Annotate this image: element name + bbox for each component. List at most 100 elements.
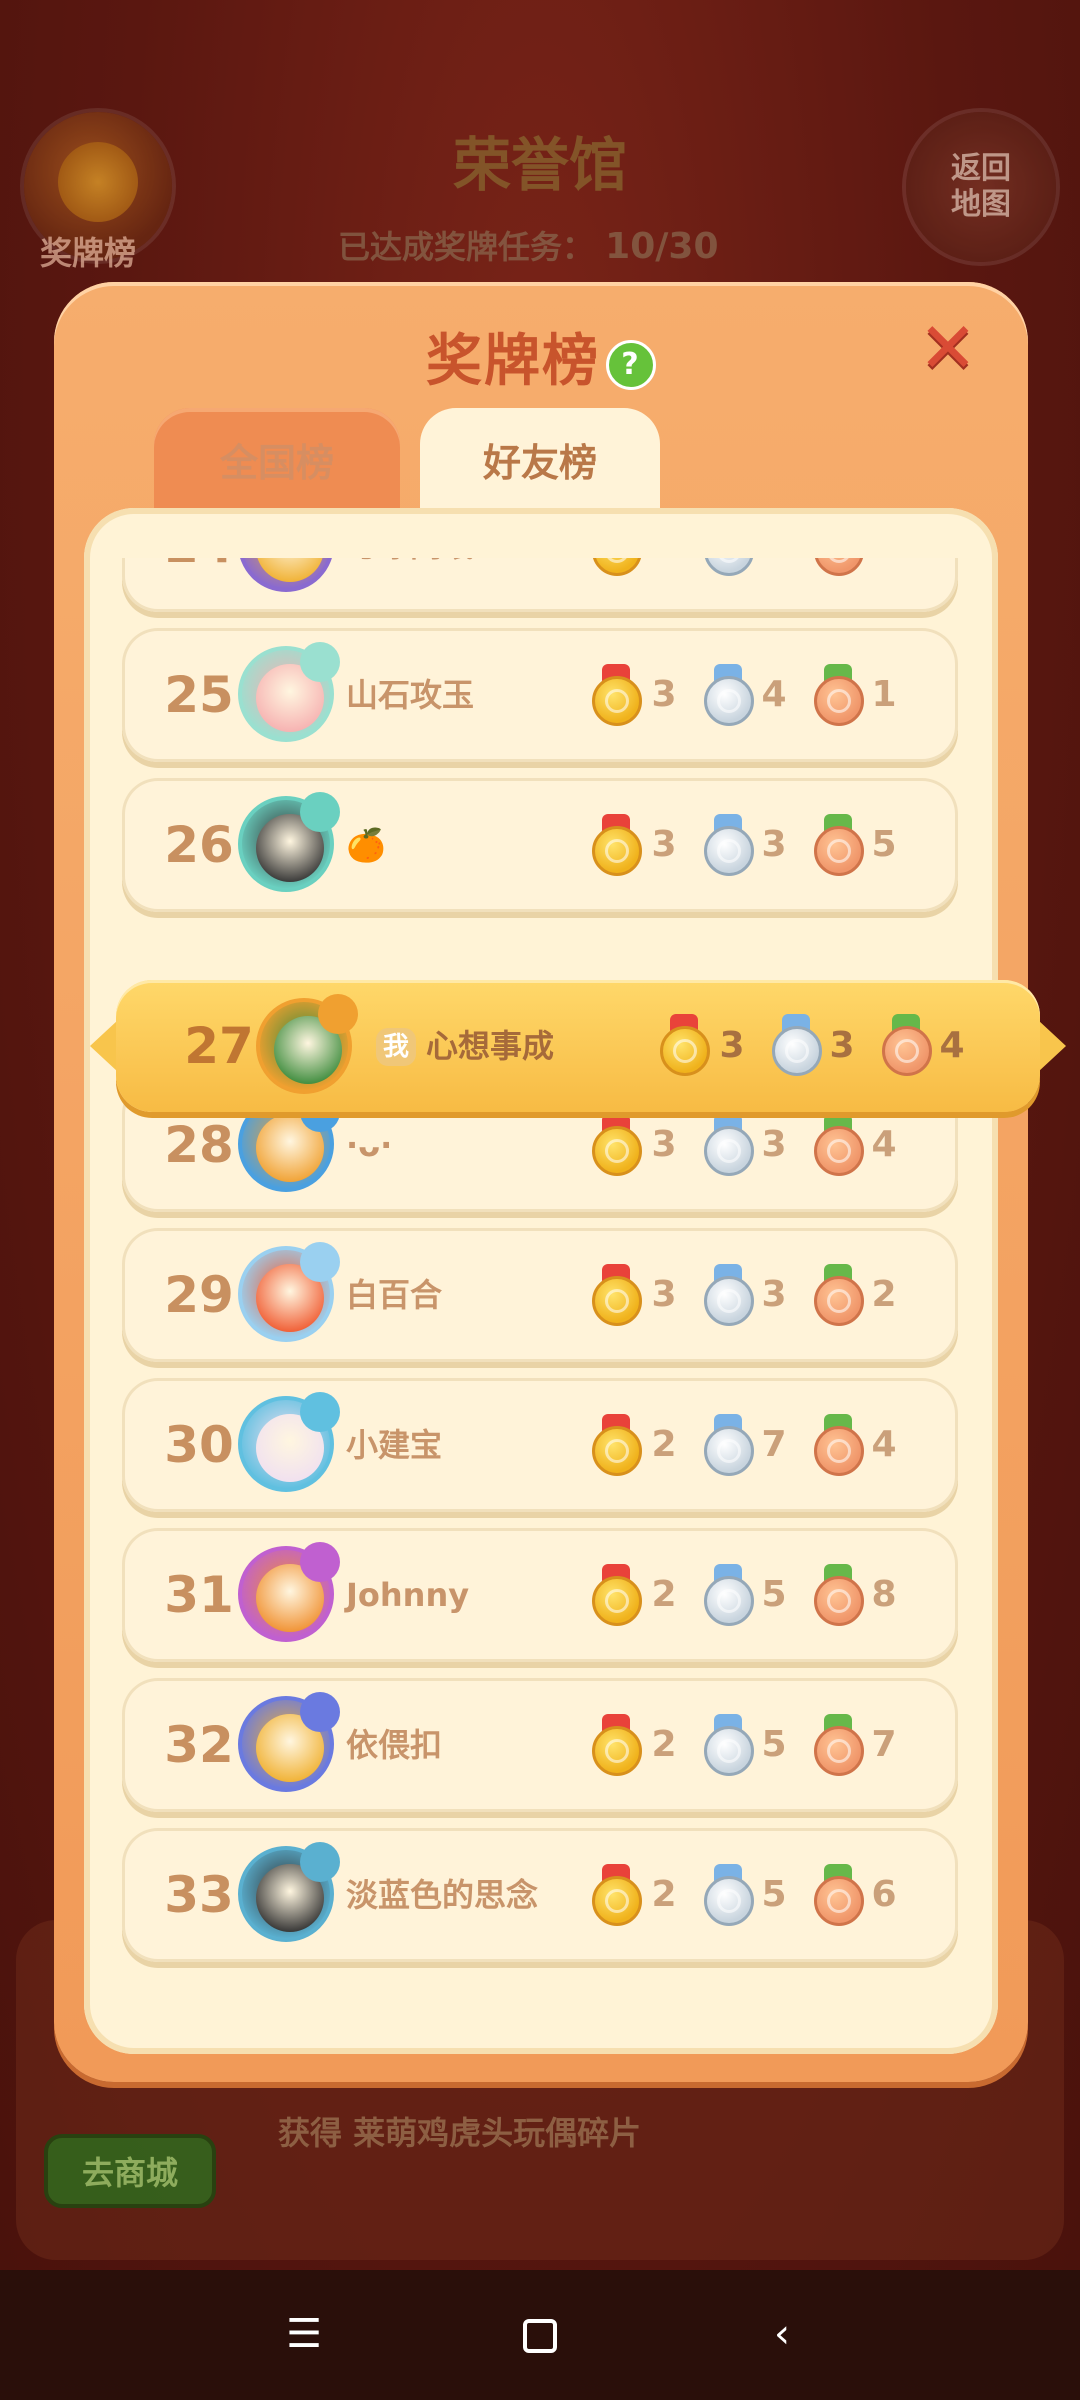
gold-medal-icon bbox=[588, 558, 644, 576]
gold-medal-count: 3 bbox=[651, 824, 677, 865]
medal-disc bbox=[592, 1126, 642, 1176]
medal-disc bbox=[882, 1026, 932, 1076]
avatar[interactable] bbox=[238, 792, 340, 892]
medal-board-label: 奖牌榜 bbox=[40, 234, 137, 272]
dialog-title: 奖牌榜? bbox=[54, 316, 1028, 397]
return-map-label: 返回 地图 bbox=[951, 151, 1011, 222]
bronze-medal-icon bbox=[810, 1714, 866, 1776]
player-name: 白百合 bbox=[346, 1276, 443, 1314]
bronze-medal-count: 7 bbox=[871, 1724, 897, 1765]
medal-disc bbox=[704, 1276, 754, 1326]
return-map-button[interactable]: 返回 地图 bbox=[906, 112, 1056, 262]
gold-medal-count: 2 bbox=[651, 1874, 677, 1915]
leaderboard-scroll[interactable]: 24与冰同眠34525山石攻玉34126🍊33528·ᴗ·33429白百合332… bbox=[122, 558, 960, 2028]
bronze-medal-count: 4 bbox=[939, 1025, 965, 1066]
leaderboard-row[interactable]: 26 🍊 3 3 5 bbox=[122, 778, 958, 912]
medal-disc bbox=[814, 1726, 864, 1776]
medal-disc bbox=[592, 1426, 642, 1476]
medal-disc bbox=[814, 1576, 864, 1626]
avatar-frame-ornament bbox=[300, 642, 340, 682]
medal-leaderboard-dialog: 奖牌榜? ✕ 全国榜 好友榜 24与冰同眠34525山石攻玉34126🍊3352… bbox=[54, 282, 1066, 2082]
gold-medal-count: 2 bbox=[651, 1424, 677, 1465]
gold-medal-icon bbox=[588, 1864, 644, 1926]
task-count: 10/30 bbox=[605, 226, 719, 267]
bronze-medal-count: 4 bbox=[871, 1424, 897, 1465]
gold-medal-icon bbox=[588, 1114, 644, 1176]
medal-disc bbox=[592, 558, 642, 576]
player-name: 心想事成 bbox=[426, 1027, 555, 1065]
medal-disc bbox=[814, 1276, 864, 1326]
avatar[interactable] bbox=[238, 1242, 340, 1342]
avatar-frame-ornament bbox=[300, 792, 340, 832]
bronze-medal-count: 8 bbox=[871, 1574, 897, 1615]
silver-medal-icon bbox=[768, 1014, 824, 1076]
gold-medal-icon bbox=[588, 1414, 644, 1476]
silver-medal-count: 4 bbox=[754, 558, 794, 612]
silver-medal-count: 5 bbox=[761, 1874, 787, 1915]
silver-medal-icon bbox=[700, 558, 756, 576]
player-name: 与冰同眠 bbox=[346, 558, 474, 612]
gold-medal-count: 3 bbox=[644, 558, 684, 612]
gold-medal-count: 3 bbox=[719, 1025, 745, 1066]
gold-medal-count: 3 bbox=[651, 674, 677, 715]
avatar[interactable] bbox=[238, 642, 340, 742]
leaderboard-row[interactable]: 31 Johnny 2 5 8 bbox=[122, 1528, 958, 1662]
medal-disc bbox=[814, 1126, 864, 1176]
reward-text: 获得 莱萌鸡虎头玩偶碎片 bbox=[278, 2114, 642, 2152]
gold-medal-icon bbox=[588, 1564, 644, 1626]
bronze-medal-icon bbox=[810, 558, 866, 576]
medal-disc bbox=[814, 826, 864, 876]
bronze-medal-icon bbox=[810, 1864, 866, 1926]
medal-disc bbox=[814, 1426, 864, 1476]
medal-disc bbox=[772, 1026, 822, 1076]
me-badge: 我 bbox=[376, 1028, 416, 1066]
avatar[interactable] bbox=[238, 1692, 340, 1792]
silver-medal-count: 4 bbox=[761, 674, 787, 715]
silver-medal-icon bbox=[700, 1114, 756, 1176]
leaderboard-row[interactable]: 30 小建宝 2 7 4 bbox=[122, 1378, 958, 1512]
avatar-frame-ornament bbox=[300, 1392, 340, 1432]
bronze-medal-icon bbox=[810, 1414, 866, 1476]
medal-disc bbox=[814, 676, 864, 726]
leaderboard-row[interactable]: 29 白百合 3 3 2 bbox=[122, 1228, 958, 1362]
avatar[interactable] bbox=[238, 1392, 340, 1492]
leaderboard-row[interactable]: 25 山石攻玉 3 4 1 bbox=[122, 628, 958, 762]
silver-medal-count: 3 bbox=[761, 824, 787, 865]
medal-disc bbox=[704, 676, 754, 726]
leaderboard-list[interactable]: 24与冰同眠34525山石攻玉34126🍊33528·ᴗ·33429白百合332… bbox=[84, 508, 998, 2054]
home-icon[interactable] bbox=[518, 2312, 562, 2356]
bronze-medal-count: 6 bbox=[871, 1874, 897, 1915]
bronze-medal-icon bbox=[810, 664, 866, 726]
silver-medal-icon bbox=[700, 814, 756, 876]
avatar-frame-ornament bbox=[300, 1242, 340, 1282]
silver-medal-count: 5 bbox=[761, 1724, 787, 1765]
rank-number: 24 bbox=[144, 558, 254, 612]
medal-disc bbox=[704, 1726, 754, 1776]
leaderboard-row[interactable]: 32 依偎扣 2 5 7 bbox=[122, 1678, 958, 1812]
medal-disc bbox=[592, 1726, 642, 1776]
player-name: 依偎扣 bbox=[346, 1726, 443, 1764]
medal-disc bbox=[704, 1126, 754, 1176]
player-name: 🍊 bbox=[346, 826, 386, 864]
medal-disc bbox=[814, 1876, 864, 1926]
avatar-frame-ornament bbox=[318, 994, 358, 1034]
self-row[interactable]: 27 我心想事成 3 3 4 bbox=[90, 980, 1066, 1118]
medal-disc bbox=[704, 558, 754, 576]
silver-medal-icon bbox=[700, 1414, 756, 1476]
menu-icon[interactable]: ☰ bbox=[282, 2312, 326, 2356]
leaderboard-row[interactable]: 33 淡蓝色的思念 2 5 6 bbox=[122, 1828, 958, 1962]
help-icon[interactable]: ? bbox=[606, 339, 656, 390]
close-button[interactable]: ✕ bbox=[916, 313, 980, 383]
avatar[interactable] bbox=[256, 994, 358, 1094]
avatar[interactable] bbox=[238, 1542, 340, 1642]
avatar[interactable] bbox=[238, 1842, 340, 1942]
silver-medal-count: 7 bbox=[761, 1424, 787, 1465]
leaderboard-row[interactable]: 24 与冰同眠 3 4 5 bbox=[122, 558, 958, 612]
go-shop-button[interactable]: 去商城 bbox=[44, 2134, 216, 2208]
tab-friends[interactable]: 好友榜 bbox=[420, 408, 660, 518]
tab-national[interactable]: 全国榜 bbox=[154, 408, 400, 518]
task-label: 已达成奖牌任务： bbox=[338, 228, 595, 266]
silver-medal-icon bbox=[700, 664, 756, 726]
back-icon[interactable]: ‹ bbox=[760, 2312, 804, 2356]
medal-disc bbox=[704, 1876, 754, 1926]
